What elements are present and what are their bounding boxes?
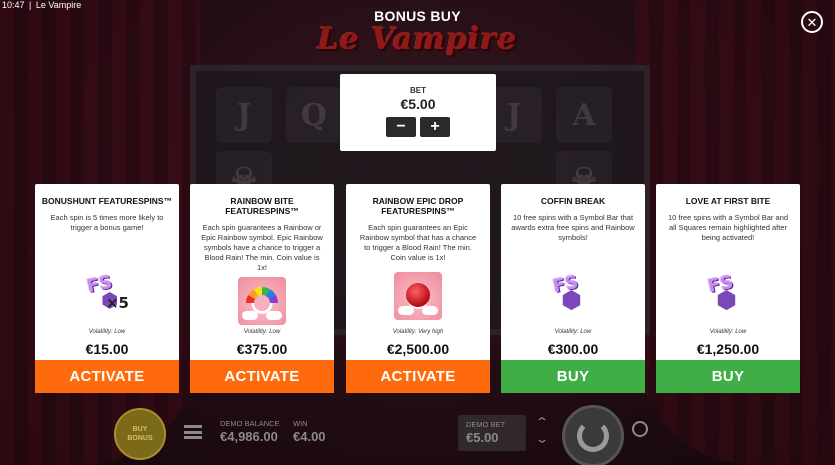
bet-up-icon[interactable]: ⌃ bbox=[535, 415, 549, 429]
bet-increase-button[interactable]: + bbox=[420, 117, 450, 137]
buy-button[interactable]: BUY bbox=[501, 360, 645, 393]
card-description: Each spin is 5 times more likely to trig… bbox=[50, 213, 164, 232]
bonus-card-bonushunt: BONUSHUNT FEATURESPINS™ Each spin is 5 t… bbox=[35, 184, 179, 393]
bet-label: BET bbox=[410, 86, 426, 95]
bonus-card-rainbow-epic-drop: RAINBOW EPIC DROP FEATURESPINS™ Each spi… bbox=[346, 184, 490, 393]
demo-bet-value: €5.00 bbox=[466, 430, 499, 445]
card-description: Each spin guarantees a Rainbow or Epic R… bbox=[201, 223, 323, 272]
card-title: RAINBOW EPIC DROP FEATURESPINS™ bbox=[372, 196, 464, 216]
epic-rainbow-symbol-icon bbox=[394, 272, 442, 320]
card-price: €375.00 bbox=[236, 341, 288, 357]
demo-balance-value: €4,986.00 bbox=[220, 429, 278, 444]
card-volatility: Volatility: Very high bbox=[392, 329, 444, 335]
free-spins-icon: FS ⬢ bbox=[551, 271, 582, 314]
bet-value: €5.00 bbox=[400, 96, 436, 112]
card-price: €1,250.00 bbox=[696, 341, 760, 357]
card-description: 10 free spins with a Symbol Bar that awa… bbox=[511, 213, 635, 242]
card-volatility: Volatility: Low bbox=[709, 329, 747, 335]
featurespins-x5-icon: FS ⬢ ×5 bbox=[85, 271, 129, 312]
game-logo: Le Vampire bbox=[317, 22, 518, 57]
card-price: €2,500.00 bbox=[386, 341, 450, 357]
autoplay-icon[interactable] bbox=[632, 421, 648, 437]
rainbow-symbol-icon bbox=[238, 277, 286, 325]
activate-button[interactable]: ACTIVATE bbox=[190, 360, 334, 393]
card-price: €15.00 bbox=[85, 341, 129, 357]
win-label: WIN bbox=[293, 419, 308, 428]
activate-button[interactable]: ACTIVATE bbox=[346, 360, 490, 393]
bonus-card-love-at-first-bite: LOVE AT FIRST BITE 10 free spins with a … bbox=[656, 184, 800, 393]
card-title: BONUSHUNT FEATURESPINS™ bbox=[41, 196, 173, 206]
bet-decrease-button[interactable]: − bbox=[386, 117, 416, 137]
bottom-bar: BUY BONUS DEMO BALANCE €4,986.00 WIN €4.… bbox=[0, 405, 835, 465]
card-title: LOVE AT FIRST BITE bbox=[685, 196, 771, 206]
buy-button[interactable]: BUY bbox=[656, 360, 800, 393]
card-title: COFFIN BREAK bbox=[540, 196, 606, 206]
card-volatility: Volatility: Low bbox=[88, 329, 126, 335]
close-icon: ✕ bbox=[806, 14, 818, 30]
bet-down-icon[interactable]: ⌃ bbox=[535, 431, 549, 445]
plus-icon: + bbox=[430, 118, 440, 135]
card-price: €300.00 bbox=[547, 341, 599, 357]
win-value: €4.00 bbox=[293, 429, 326, 444]
card-description: 10 free spins with a Symbol Bar and all … bbox=[667, 213, 789, 242]
card-volatility: Volatility: Low bbox=[554, 329, 592, 335]
spin-icon bbox=[577, 420, 609, 452]
menu-icon[interactable] bbox=[184, 425, 202, 439]
bet-panel: BET €5.00 − + bbox=[340, 74, 496, 151]
buy-bonus-label: BUY BONUS bbox=[127, 426, 153, 442]
bonus-card-coffin-break: COFFIN BREAK 10 free spins with a Symbol… bbox=[501, 184, 645, 393]
card-volatility: Volatility: Low bbox=[243, 329, 281, 335]
demo-balance-label: DEMO BALANCE bbox=[220, 419, 280, 428]
card-title: RAINBOW BITE FEATURESPINS™ bbox=[225, 196, 299, 216]
close-button[interactable]: ✕ bbox=[801, 11, 823, 33]
dialog-title: BONUS BUY bbox=[374, 8, 461, 24]
spin-button[interactable] bbox=[562, 405, 624, 465]
demo-bet-box: DEMO BET €5.00 bbox=[458, 415, 526, 451]
bonus-card-rainbow-bite: RAINBOW BITE FEATURESPINS™ Each spin gua… bbox=[190, 184, 334, 393]
demo-bet-label: DEMO BET bbox=[466, 420, 506, 429]
minus-icon: − bbox=[396, 118, 406, 135]
free-spins-icon: FS ⬢ bbox=[706, 271, 737, 314]
activate-button[interactable]: ACTIVATE bbox=[35, 360, 179, 393]
buy-bonus-button[interactable]: BUY BONUS bbox=[114, 408, 166, 460]
card-description: Each spin guarantees an Epic Rainbow sym… bbox=[359, 223, 477, 262]
